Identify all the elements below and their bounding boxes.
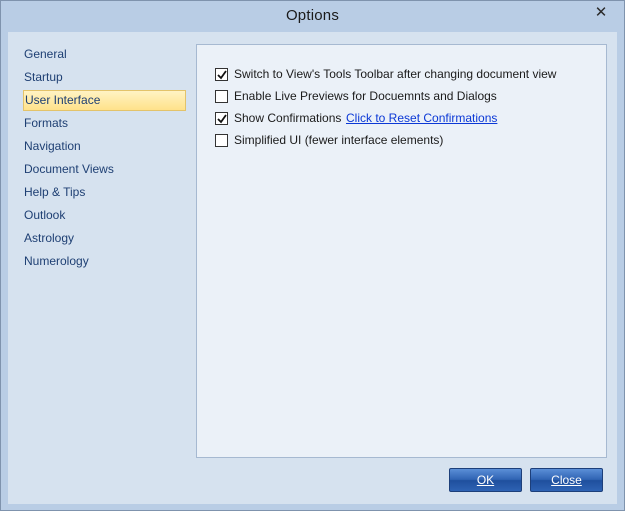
nav-item-general[interactable]: General xyxy=(23,44,186,65)
show-confirmations-checkbox[interactable] xyxy=(215,112,228,125)
window-title: Options xyxy=(285,7,340,24)
simplified-ui-checkbox[interactable] xyxy=(215,134,228,147)
options-dialog: Options ✕ General Startup User Interface… xyxy=(0,0,625,511)
dialog-client-area: General Startup User Interface Formats N… xyxy=(8,32,617,504)
nav-item-formats[interactable]: Formats xyxy=(23,113,186,134)
close-icon[interactable]: ✕ xyxy=(584,3,618,23)
switch-toolbar-checkbox[interactable] xyxy=(215,68,228,81)
nav-item-startup[interactable]: Startup xyxy=(23,67,186,88)
nav-item-help-tips[interactable]: Help & Tips xyxy=(23,182,186,203)
nav-item-user-interface[interactable]: User Interface xyxy=(23,90,186,111)
checkmark-icon xyxy=(217,114,227,124)
live-previews-checkbox[interactable] xyxy=(215,90,228,103)
checkmark-icon xyxy=(217,70,227,80)
simplified-ui-label: Simplified UI (fewer interface elements) xyxy=(234,133,444,147)
nav-item-astrology[interactable]: Astrology xyxy=(23,228,186,249)
reset-confirmations-link[interactable]: Click to Reset Confirmations xyxy=(346,110,497,126)
live-previews-label: Enable Live Previews for Docuemnts and D… xyxy=(234,89,497,103)
close-button[interactable]: Close xyxy=(530,468,603,492)
nav-item-numerology[interactable]: Numerology xyxy=(23,251,186,272)
nav-item-outlook[interactable]: Outlook xyxy=(23,205,186,226)
user-interface-settings-panel: Switch to View's Tools Toolbar after cha… xyxy=(196,44,607,458)
title-bar[interactable]: Options ✕ xyxy=(1,1,624,32)
category-list: General Startup User Interface Formats N… xyxy=(8,44,196,274)
ok-button[interactable]: OK xyxy=(449,468,522,492)
nav-item-navigation[interactable]: Navigation xyxy=(23,136,186,157)
show-confirmations-label: Show Confirmations xyxy=(234,111,342,125)
switch-toolbar-label: Switch to View's Tools Toolbar after cha… xyxy=(234,67,557,81)
nav-item-document-views[interactable]: Document Views xyxy=(23,159,186,180)
